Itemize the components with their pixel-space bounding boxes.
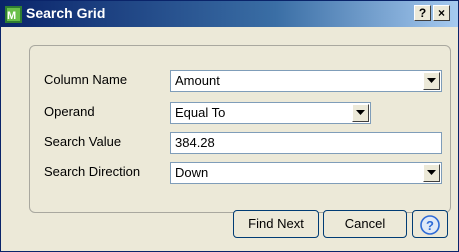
window-title: Search Grid	[26, 5, 106, 21]
titlebar-close-button[interactable]: ×	[433, 5, 450, 21]
operand-select[interactable]: Equal To	[170, 102, 371, 124]
column-name-value: Amount	[175, 73, 220, 88]
search-direction-dropdown-button[interactable]	[423, 164, 440, 182]
app-icon: M	[5, 6, 22, 23]
search-direction-value: Down	[175, 165, 209, 180]
search-value-input[interactable]: 384.28	[170, 132, 442, 154]
find-next-button[interactable]: Find Next	[233, 210, 319, 238]
search-direction-select[interactable]: Down	[170, 162, 442, 184]
svg-text:?: ?	[426, 218, 434, 233]
chevron-down-icon	[427, 78, 436, 83]
search-value-label: Search Value	[44, 134, 122, 149]
search-grid-dialog: M Search Grid ? × Column Name Amount Ope…	[0, 0, 459, 252]
search-direction-label: Search Direction	[44, 164, 141, 179]
column-name-select[interactable]: Amount	[170, 70, 442, 92]
help-button[interactable]: ?	[412, 210, 448, 238]
operand-label: Operand	[44, 104, 95, 119]
help-icon: ?	[420, 215, 440, 235]
chevron-down-icon	[356, 110, 365, 115]
column-name-dropdown-button[interactable]	[423, 72, 440, 90]
column-name-label: Column Name	[44, 72, 128, 87]
operand-value: Equal To	[175, 105, 226, 120]
operand-dropdown-button[interactable]	[352, 104, 369, 122]
titlebar-help-button[interactable]: ?	[414, 5, 431, 21]
cancel-button[interactable]: Cancel	[323, 210, 407, 238]
title-bar[interactable]: M Search Grid ? ×	[1, 1, 458, 27]
chevron-down-icon	[427, 170, 436, 175]
svg-text:M: M	[7, 10, 16, 22]
